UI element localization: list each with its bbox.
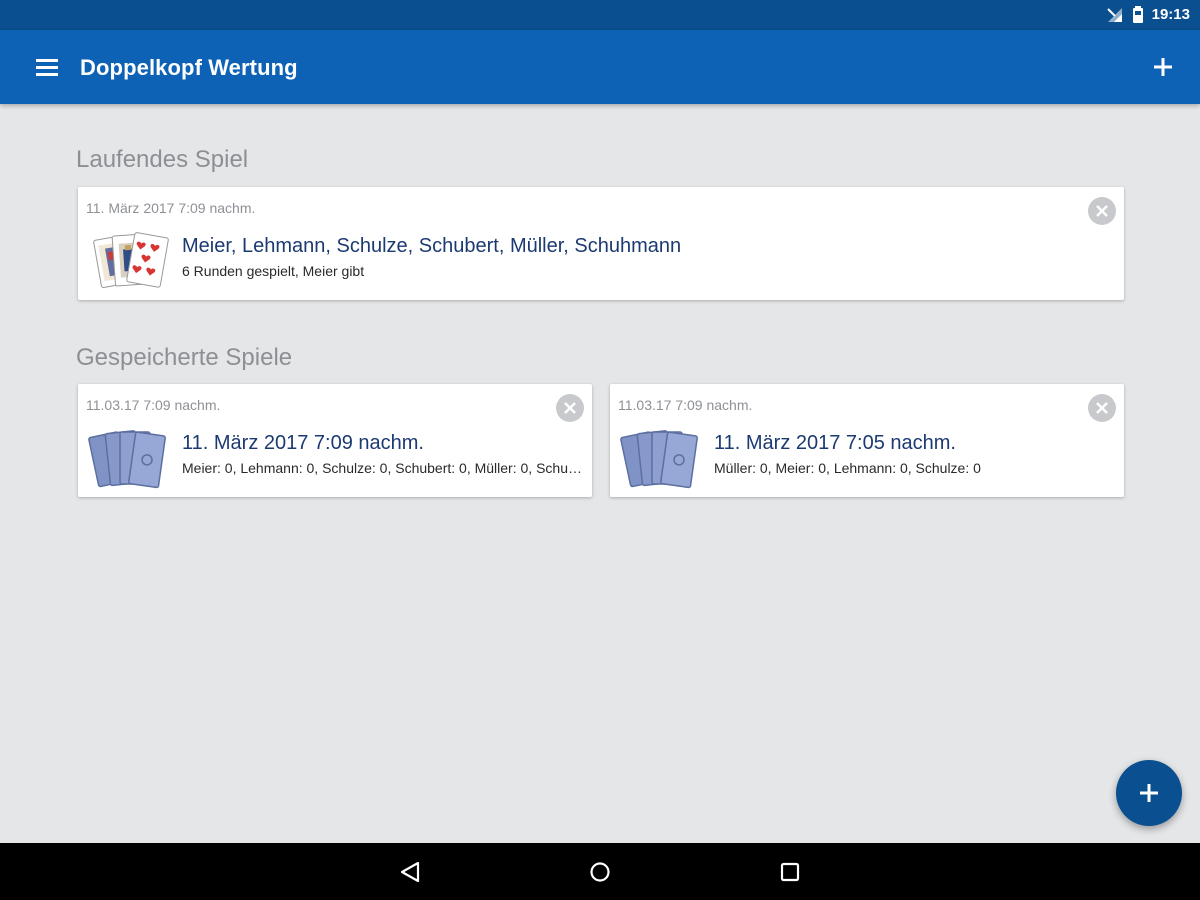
new-game-fab[interactable]	[1116, 760, 1182, 826]
card-title: 11. März 2017 7:09 nachm.	[182, 432, 424, 454]
card-title: 11. März 2017 7:05 nachm.	[714, 432, 956, 454]
card-date: 11. März 2017 7:09 nachm.	[86, 200, 256, 216]
back-icon[interactable]	[396, 857, 426, 887]
card-title: Meier, Lehmann, Schulze, Schubert, Mülle…	[182, 235, 682, 257]
playing-cards-icon	[93, 232, 169, 289]
status-bar: 19:13	[0, 0, 1200, 30]
card-subtitle: Meier: 0, Lehmann: 0, Schulze: 0, Schube…	[182, 460, 586, 476]
card-date: 11.03.17 7:09 nachm.	[618, 397, 753, 413]
battery-icon	[1132, 6, 1143, 23]
card-backs-icon	[620, 430, 698, 489]
status-time: 19:13	[1151, 6, 1190, 23]
card-date: 11.03.17 7:09 nachm.	[86, 397, 221, 413]
add-icon[interactable]	[1150, 54, 1176, 80]
close-icon[interactable]	[556, 394, 584, 422]
status-icons: 19:13	[1106, 6, 1190, 23]
app-title: Doppelkopf Wertung	[80, 55, 298, 80]
section-title-saved: Gespeicherte Spiele	[76, 344, 293, 371]
close-icon[interactable]	[1088, 394, 1116, 422]
recents-icon[interactable]	[775, 857, 805, 887]
add-icon	[1140, 784, 1158, 802]
current-game-card[interactable]: 11. März 2017 7:09 nachm. Meier, Lehmann…	[78, 187, 1124, 300]
card-subtitle: 6 Runden gespielt, Meier gibt	[182, 263, 365, 279]
menu-icon[interactable]	[34, 54, 62, 80]
saved-game-card[interactable]: 11.03.17 7:09 nachm. 11. März 2017 7:09 …	[78, 384, 592, 497]
card-subtitle: Müller: 0, Meier: 0, Lehmann: 0, Schulze…	[714, 460, 981, 476]
navigation-bar	[0, 843, 1200, 900]
saved-game-card[interactable]: 11.03.17 7:09 nachm. 11. März 2017 7:05 …	[610, 384, 1124, 497]
app-bar: Doppelkopf Wertung	[0, 30, 1200, 104]
home-icon[interactable]	[585, 857, 615, 887]
close-icon[interactable]	[1088, 197, 1116, 225]
card-backs-icon	[88, 430, 166, 489]
signal-icon	[1106, 7, 1122, 22]
section-title-current: Laufendes Spiel	[76, 146, 249, 173]
